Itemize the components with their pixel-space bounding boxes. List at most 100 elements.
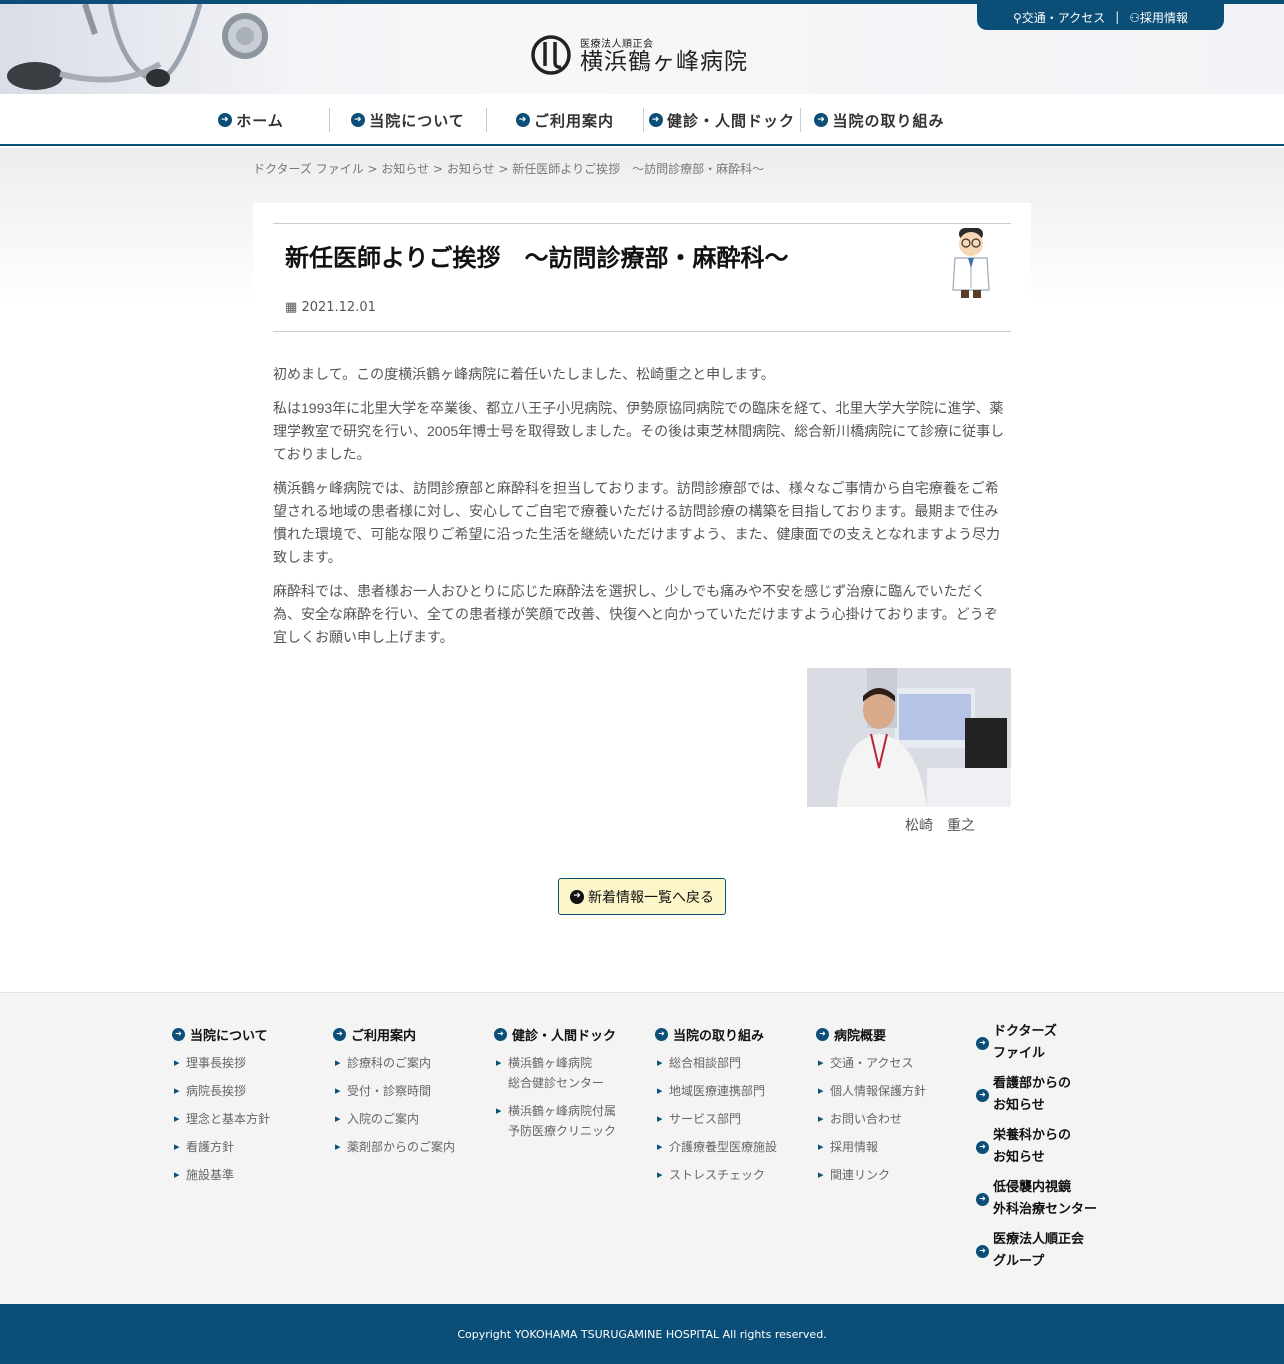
footer-column-about: ➜ 当院について 理事長挨拶 病院長挨拶 理念と基本方針 看護方針 施設基準 bbox=[172, 1023, 270, 1193]
footer-heading[interactable]: ➜ ご利用案内 bbox=[333, 1023, 455, 1045]
footer-link[interactable]: 介護療養型医療施設 bbox=[655, 1137, 777, 1157]
access-link-label: 交通・アクセス bbox=[1021, 10, 1106, 25]
people-icon: ⚇ bbox=[1129, 10, 1140, 25]
article-paragraph: 横浜鶴ヶ峰病院では、訪問診療部と麻酔科を担当しております。訪問診療部では、様々な… bbox=[273, 480, 1001, 565]
hospital-logo[interactable]: 医療法人順正会 横浜鶴ヶ峰病院 bbox=[530, 34, 748, 76]
logo-title: 横浜鶴ヶ峰病院 bbox=[580, 49, 748, 76]
back-to-news-label: 新着情報一覧へ戻る bbox=[588, 889, 714, 906]
footer-side-link-label: 栄養科からの お知らせ bbox=[993, 1128, 1072, 1165]
footer-link[interactable]: 受付・診察時間 bbox=[333, 1081, 455, 1101]
footer-link[interactable]: 総合相談部門 bbox=[655, 1053, 777, 1073]
footer-side-link[interactable]: ➜ ドクターズ ファイル bbox=[976, 1021, 1097, 1065]
nav-home-label: ホーム bbox=[236, 111, 284, 130]
footer-link[interactable]: サービス部門 bbox=[655, 1109, 777, 1129]
footer-side-link-label: ドクターズ ファイル bbox=[993, 1024, 1057, 1061]
footer-link[interactable]: 個人情報保護方針 bbox=[816, 1081, 926, 1101]
photo-caption: 松崎 重之 bbox=[905, 818, 975, 834]
circle-arrow-right-icon: ➜ bbox=[976, 1036, 989, 1050]
footer-side-link[interactable]: ➜ 栄養科からの お知らせ bbox=[976, 1125, 1097, 1169]
footer-link[interactable]: ストレスチェック bbox=[655, 1165, 777, 1185]
access-link[interactable]: ⚲交通・アクセス bbox=[1013, 9, 1105, 26]
footer-link[interactable]: 診療科のご案内 bbox=[333, 1053, 455, 1073]
article-paragraph: 麻酔科では、患者様お一人おひとりに応じた麻酔法を選択し、少しでも痛みや不安を感じ… bbox=[273, 583, 998, 645]
footer-heading[interactable]: ➜ 当院について bbox=[172, 1023, 270, 1045]
footer-heading-label: 健診・人間ドック bbox=[512, 1028, 617, 1044]
recruit-link[interactable]: ⚇採用情報 bbox=[1129, 9, 1188, 26]
nav-guide-label: ご利用案内 bbox=[533, 111, 614, 130]
footer-heading-label: 当院の取り組み bbox=[673, 1028, 765, 1044]
article-header: 新任医師よりご挨拶 ～訪問診療部・麻酔科～ ▦ 2021.12.01 bbox=[273, 223, 1011, 332]
article-paragraph: 初めまして。この度横浜鶴ヶ峰病院に着任いたしました、松崎重之と申します。 bbox=[273, 366, 775, 382]
footer-side-link-label: 看護部からの お知らせ bbox=[993, 1076, 1072, 1113]
footer-heading[interactable]: ➜ 健診・人間ドック bbox=[494, 1023, 616, 1045]
circle-arrow-right-icon: ➜ bbox=[976, 1088, 989, 1102]
circle-arrow-right-icon: ➜ bbox=[570, 889, 584, 904]
circle-arrow-right-icon: ➜ bbox=[976, 1192, 989, 1206]
back-to-news-button[interactable]: ➜ 新着情報一覧へ戻る bbox=[558, 878, 726, 915]
copyright-bar: Copyright YOKOHAMA TSURUGAMINE HOSPITAL … bbox=[0, 1304, 1284, 1364]
footer-link[interactable]: 横浜鶴ヶ峰病院付属 予防医療クリニック bbox=[494, 1101, 616, 1141]
nav-guide[interactable]: ➜ ご利用案内 bbox=[487, 108, 644, 132]
page-title: 新任医師よりご挨拶 ～訪問診療部・麻酔科～ bbox=[285, 245, 789, 272]
footer-link[interactable]: 交通・アクセス bbox=[816, 1053, 926, 1073]
circle-arrow-right-icon: ➜ bbox=[814, 113, 829, 127]
stethoscope-banner-image bbox=[0, 4, 310, 94]
circle-arrow-right-icon: ➜ bbox=[515, 113, 530, 127]
footer-side-link[interactable]: ➜ 看護部からの お知らせ bbox=[976, 1073, 1097, 1117]
footer-side-link-label: 低侵襲内視鏡 外科治療センター bbox=[993, 1180, 1098, 1217]
footer-link[interactable]: 施設基準 bbox=[172, 1165, 270, 1185]
footer-heading[interactable]: ➜ 当院の取り組み bbox=[655, 1023, 777, 1045]
doctor-photo bbox=[807, 668, 1011, 807]
doctor-illustration-icon bbox=[952, 228, 990, 298]
article-date: ▦ 2021.12.01 bbox=[285, 300, 376, 315]
nav-about[interactable]: ➜ 当院について bbox=[330, 108, 487, 132]
nav-about-label: 当院について bbox=[369, 111, 465, 130]
footer-heading[interactable]: ➜ 病院概要 bbox=[816, 1023, 926, 1045]
site-footer: ➜ 当院について 理事長挨拶 病院長挨拶 理念と基本方針 看護方針 施設基準 ➜ ご… bbox=[0, 992, 1284, 1304]
footer-side-link[interactable]: ➜ 低侵襲内視鏡 外科治療センター bbox=[976, 1177, 1097, 1221]
nav-checkup-label: 健診・人間ドック bbox=[666, 111, 795, 130]
footer-column-overview: ➜ 病院概要 交通・アクセス 個人情報保護方針 お問い合わせ 採用情報 関連リンク bbox=[816, 1023, 926, 1193]
circle-arrow-right-icon: ➜ bbox=[351, 113, 366, 127]
circle-arrow-right-icon: ➜ bbox=[976, 1244, 989, 1258]
nav-home[interactable]: ➜ ホーム bbox=[173, 108, 330, 132]
circle-arrow-right-icon: ➜ bbox=[333, 1027, 346, 1041]
circle-arrow-right-icon: ➜ bbox=[494, 1027, 507, 1041]
logo-subtitle: 医療法人順正会 bbox=[580, 39, 654, 51]
circle-arrow-right-icon: ➜ bbox=[172, 1027, 185, 1041]
main-nav: ➜ ホーム ➜ 当院について ➜ ご利用案内 ➜ 健診・人間ドック ➜ 当院の取り組み bbox=[0, 94, 1284, 146]
footer-link[interactable]: 薬剤部からのご案内 bbox=[333, 1137, 455, 1157]
nav-checkup[interactable]: ➜ 健診・人間ドック bbox=[644, 108, 801, 132]
article-card: 新任医師よりご挨拶 ～訪問診療部・麻酔科～ ▦ 2021.12.01 初めまして… bbox=[253, 203, 1031, 943]
footer-link[interactable]: 理事長挨拶 bbox=[172, 1053, 270, 1073]
circle-arrow-right-icon: ➜ bbox=[648, 113, 663, 127]
utility-separator: | bbox=[1115, 10, 1120, 24]
footer-link[interactable]: 看護方針 bbox=[172, 1137, 270, 1157]
recruit-link-label: 採用情報 bbox=[1140, 10, 1189, 25]
footer-side-links: ➜ ドクターズ ファイル ➜ 看護部からの お知らせ ➜ 栄養科からの お知らせ ➜ 低… bbox=[976, 1021, 1097, 1281]
footer-column-initiatives: ➜ 当院の取り組み 総合相談部門 地域医療連携部門 サービス部門 介護療養型医療施… bbox=[655, 1023, 777, 1193]
footer-column-checkup: ➜ 健診・人間ドック 横浜鶴ヶ峰病院 総合健診センター 横浜鶴ヶ峰病院付属 予防医… bbox=[494, 1023, 616, 1149]
nav-initiatives-label: 当院の取り組み bbox=[832, 111, 945, 130]
footer-link[interactable]: お問い合わせ bbox=[816, 1109, 926, 1129]
article-date-value: 2021.12.01 bbox=[301, 300, 376, 315]
footer-link[interactable]: 採用情報 bbox=[816, 1137, 926, 1157]
circle-arrow-right-icon: ➜ bbox=[976, 1140, 989, 1154]
footer-link[interactable]: 病院長挨拶 bbox=[172, 1081, 270, 1101]
footer-link[interactable]: 理念と基本方針 bbox=[172, 1109, 270, 1129]
footer-heading-label: 当院について bbox=[190, 1028, 268, 1044]
footer-heading-label: ご利用案内 bbox=[351, 1028, 417, 1044]
nav-initiatives[interactable]: ➜ 当院の取り組み bbox=[801, 108, 958, 132]
footer-link[interactable]: 地域医療連携部門 bbox=[655, 1081, 777, 1101]
copyright-text: Copyright YOKOHAMA TSURUGAMINE HOSPITAL … bbox=[457, 1327, 827, 1341]
footer-side-link[interactable]: ➜ 医療法人順正会 グループ bbox=[976, 1229, 1097, 1273]
footer-link[interactable]: 横浜鶴ヶ峰病院 総合健診センター bbox=[494, 1053, 616, 1093]
footer-heading-label: 病院概要 bbox=[834, 1028, 887, 1044]
map-pin-icon: ⚲ bbox=[1012, 10, 1022, 25]
circle-arrow-right-icon: ➜ bbox=[816, 1027, 829, 1041]
footer-link[interactable]: 入院のご案内 bbox=[333, 1109, 455, 1129]
logo-mark-icon bbox=[531, 35, 571, 75]
footer-link[interactable]: 関連リンク bbox=[816, 1165, 926, 1185]
breadcrumb[interactable]: ドクターズ ファイル > お知らせ > お知らせ > 新任医師よりご挨拶 ～訪問… bbox=[253, 160, 764, 177]
utility-links: ⚲交通・アクセス | ⚇採用情報 bbox=[977, 4, 1224, 30]
